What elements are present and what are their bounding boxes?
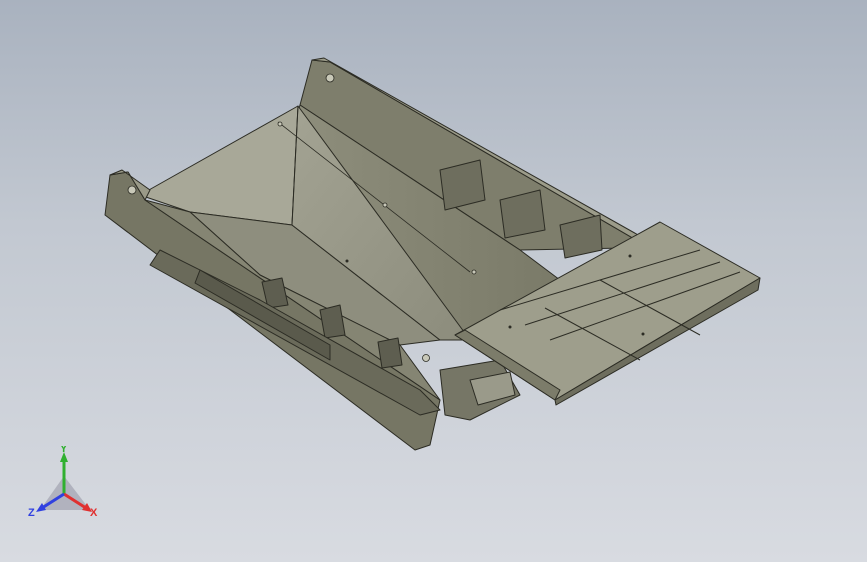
3d-model[interactable] <box>0 0 867 562</box>
bolt-hole <box>382 202 388 208</box>
graphics-viewport[interactable]: Y X Z <box>0 0 867 562</box>
rivet <box>628 254 632 258</box>
bolt-hole <box>127 185 137 195</box>
bolt-hole <box>277 121 283 127</box>
bolt-hole <box>422 354 430 362</box>
rivet <box>641 332 645 336</box>
z-axis-label: Z <box>28 507 35 519</box>
rivet <box>508 325 512 329</box>
left-wall-rib <box>319 304 346 339</box>
left-wall-rib <box>377 337 403 369</box>
x-axis-label: X <box>90 507 98 519</box>
orientation-triad: Y X Z <box>28 446 98 519</box>
bolt-hole <box>471 269 477 275</box>
bolt-hole <box>325 73 335 83</box>
rivet <box>345 259 349 263</box>
y-axis-label: Y <box>60 446 68 455</box>
